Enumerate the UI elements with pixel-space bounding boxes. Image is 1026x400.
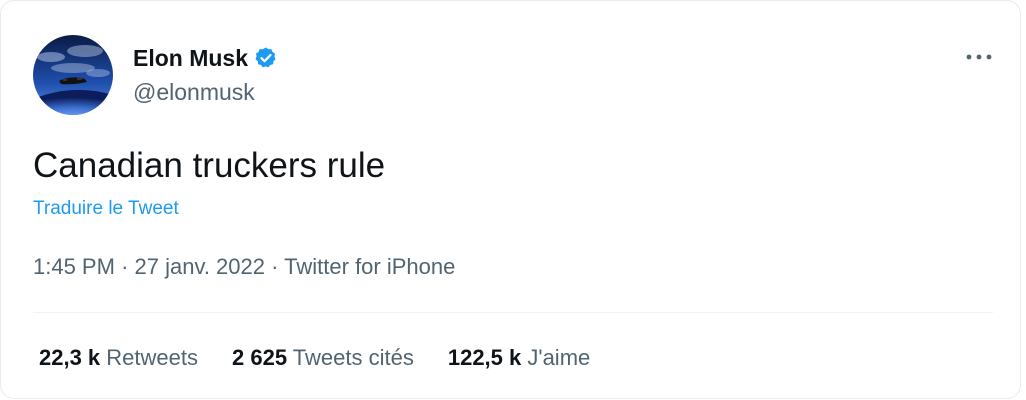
retweets-count: 22,3 k	[39, 345, 101, 370]
quote-tweets-count: 2 625	[232, 345, 288, 370]
tweet-text: Canadian truckers rule	[33, 146, 386, 185]
avatar-image	[33, 35, 113, 115]
tweet-source[interactable]: Twitter for iPhone	[284, 254, 455, 279]
translate-tweet-link[interactable]: Traduire le Tweet	[33, 196, 179, 222]
author-name-row[interactable]: Elon Musk	[133, 43, 278, 73]
tweet-metadata: 1:45 PM · 27 janv. 2022 · Twitter for iP…	[33, 252, 455, 282]
verified-badge-icon	[254, 46, 278, 70]
quote-tweets-label: Tweets cités	[292, 345, 414, 370]
author-name[interactable]: Elon Musk	[133, 43, 248, 73]
quote-tweets-stat[interactable]: 2 625 Tweets cités	[232, 343, 414, 373]
author-handle[interactable]: @elonmusk	[133, 77, 255, 107]
likes-label: J'aime	[527, 345, 591, 370]
tweet-stats: 22,3 k Retweets 2 625 Tweets cités 122,5…	[39, 343, 624, 373]
tweet-card: Elon Musk @elonmusk Canadian truckers ru…	[0, 0, 1021, 399]
retweets-label: Retweets	[106, 345, 199, 370]
likes-count: 122,5 k	[447, 345, 522, 370]
tweet-time[interactable]: 1:45 PM	[33, 254, 115, 279]
avatar[interactable]	[33, 35, 113, 115]
likes-stat[interactable]: 122,5 k J'aime	[448, 343, 590, 373]
retweets-stat[interactable]: 22,3 k Retweets	[39, 343, 198, 373]
tweet-date[interactable]: 27 janv. 2022	[135, 254, 265, 279]
more-options-icon	[966, 54, 992, 60]
divider	[33, 312, 993, 313]
more-options-button[interactable]	[959, 45, 999, 69]
